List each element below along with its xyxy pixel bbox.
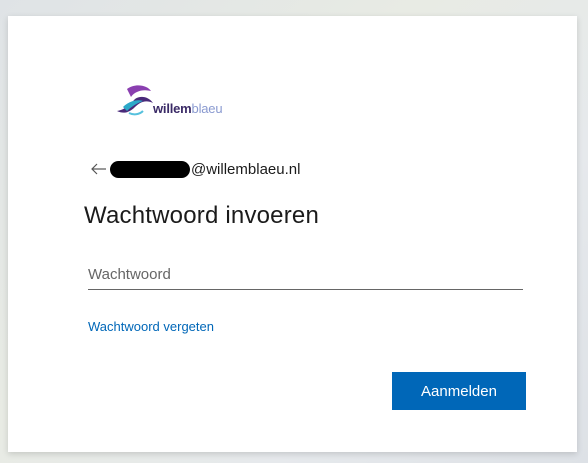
identity-banner: @willemblaeu.nl <box>90 158 300 180</box>
logo-text-bold: willem <box>153 101 192 116</box>
company-logo: willemblaeu <box>113 81 273 123</box>
signin-card: willemblaeu @willemblaeu.nl Wachtwoord i… <box>8 16 577 452</box>
arrow-left-icon[interactable] <box>90 160 108 178</box>
redacted-username <box>110 160 190 178</box>
logo-wordmark: willemblaeu <box>153 101 223 116</box>
willemblaeu-swoosh-logo <box>117 85 153 116</box>
password-field[interactable] <box>88 259 523 290</box>
identity-email-domain: @willemblaeu.nl <box>191 160 301 178</box>
forgot-password-link[interactable]: Wachtwoord vergeten <box>88 319 214 334</box>
logo-text-light: blaeu <box>191 101 223 116</box>
signin-button[interactable]: Aanmelden <box>392 372 526 410</box>
page-title: Wachtwoord invoeren <box>84 202 320 229</box>
